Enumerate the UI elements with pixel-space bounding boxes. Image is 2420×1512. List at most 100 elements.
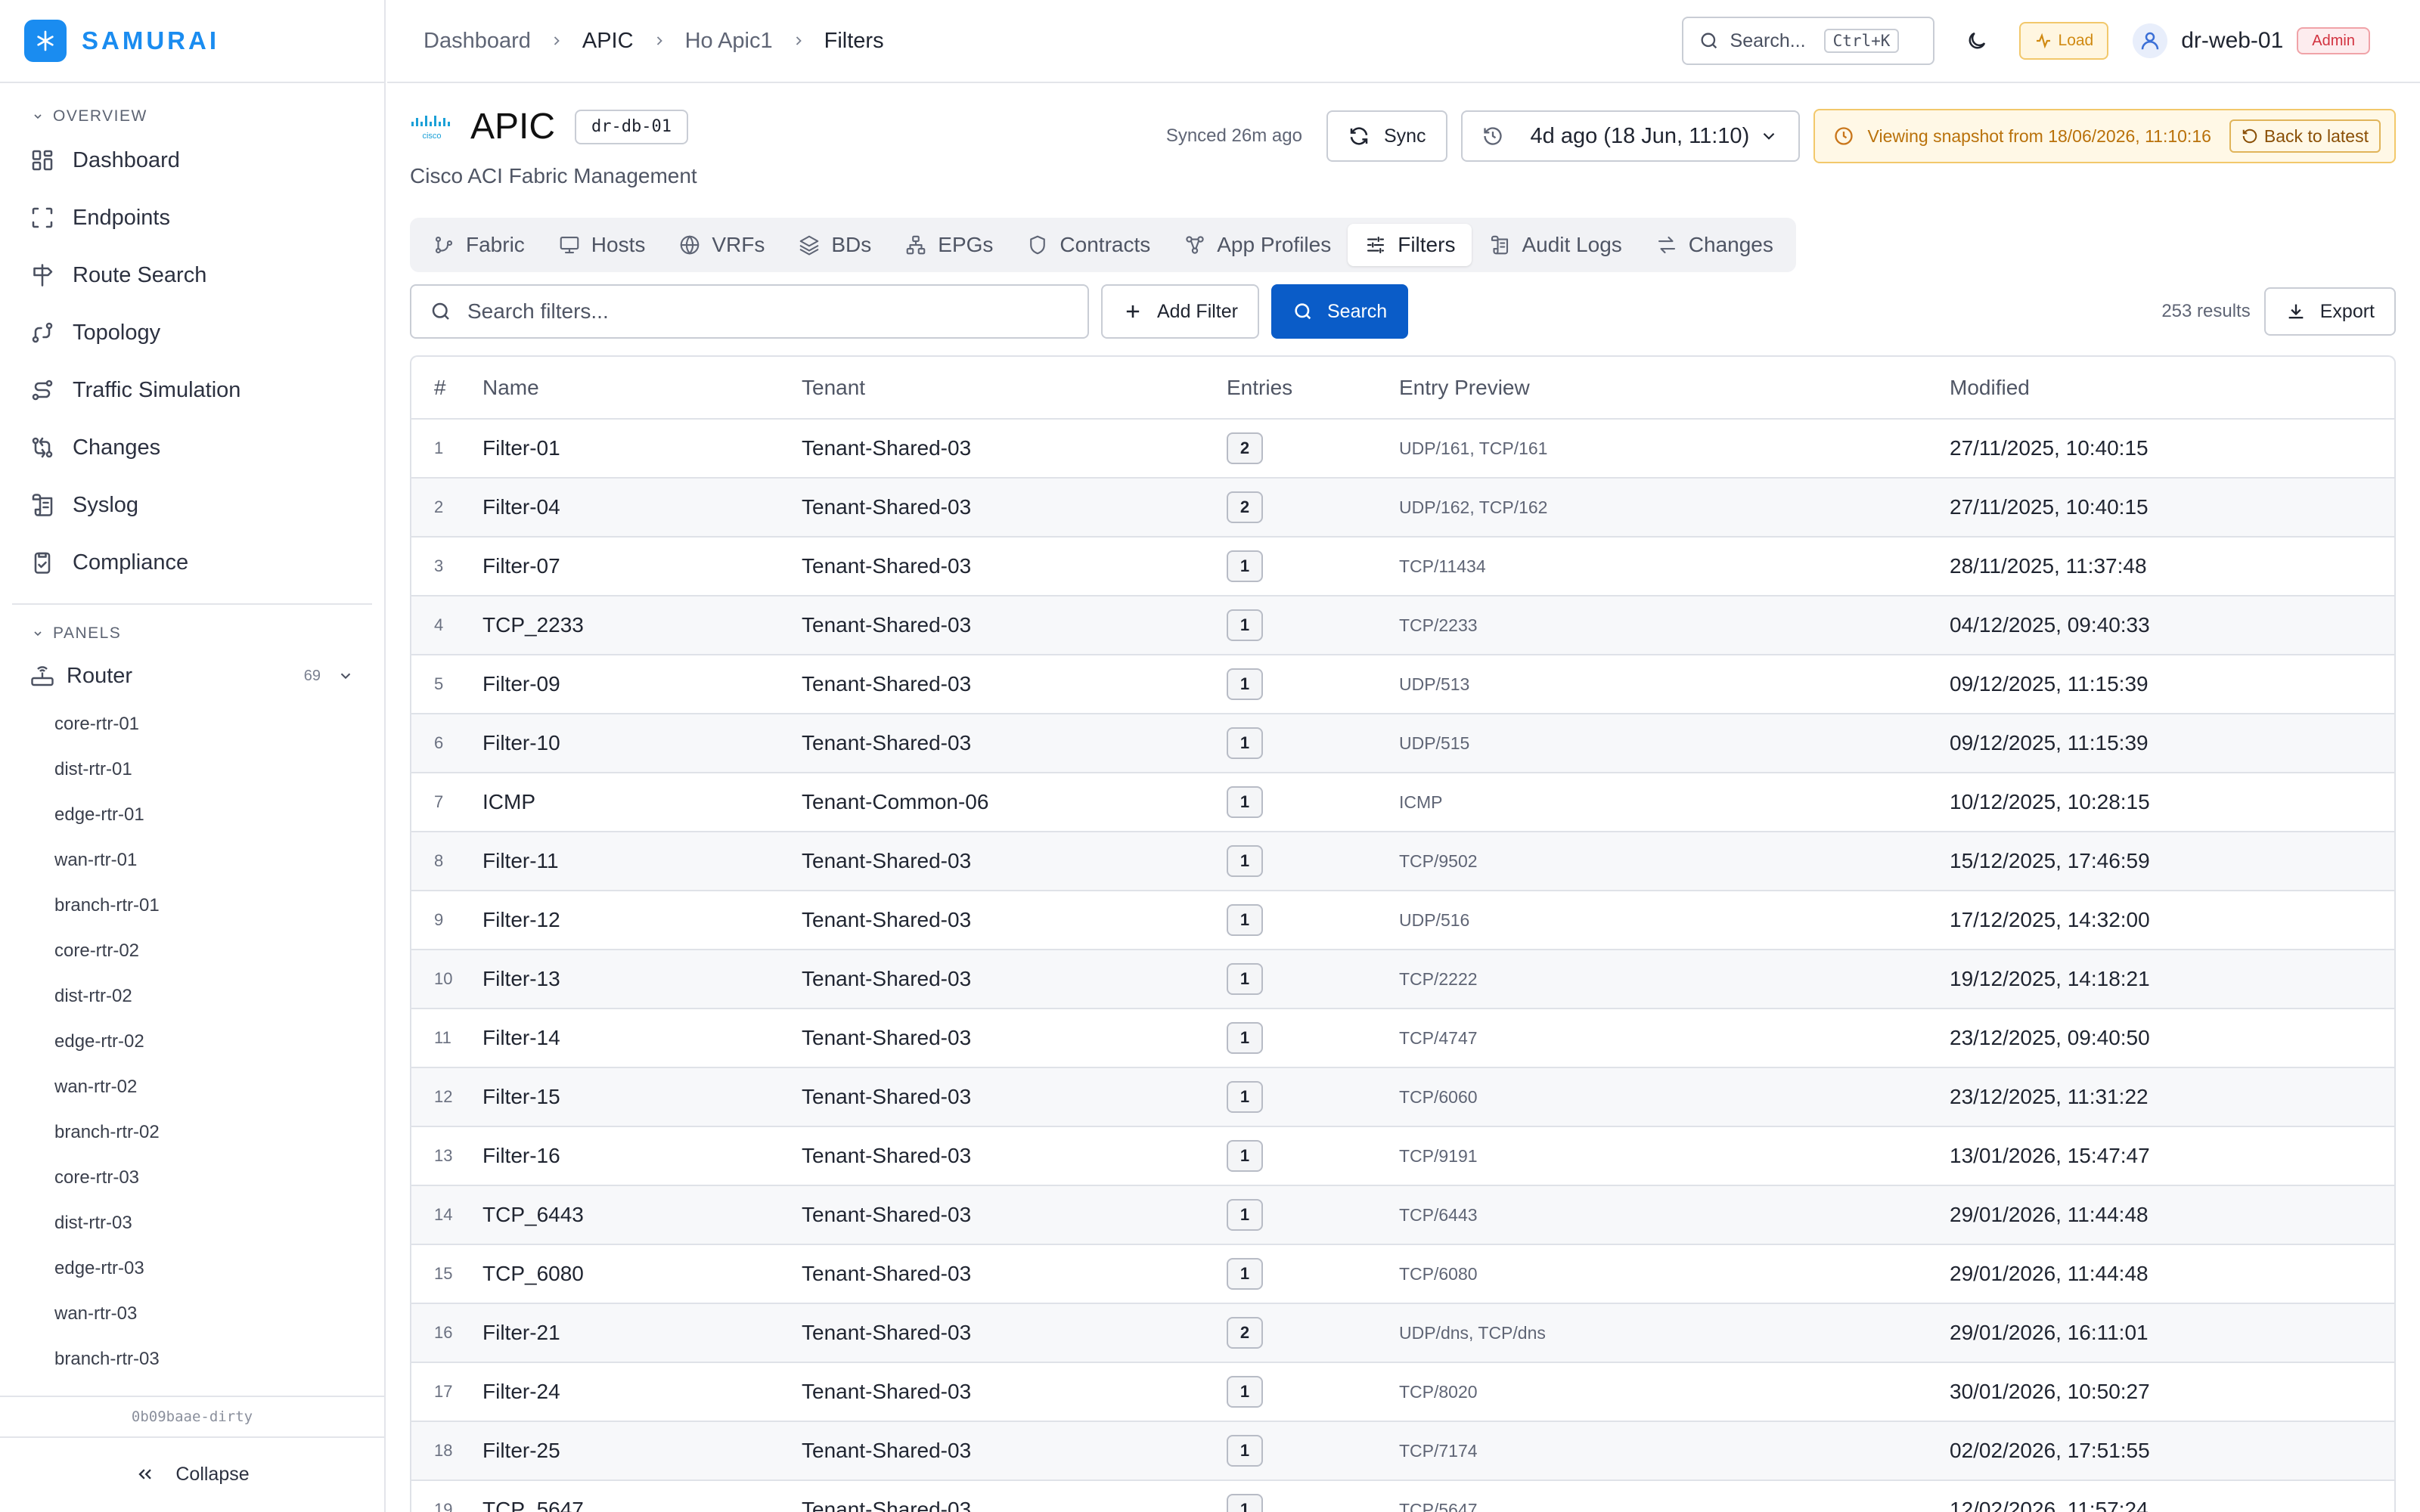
snapshot-select[interactable]: 4d ago (18 Jun, 11:10) [1460,110,1800,162]
table-row[interactable]: 4 TCP_2233 Tenant-Shared-03 1 TCP/2233 04/12/… [411,596,2394,655]
load-badge[interactable]: Load [2018,22,2109,60]
column-header-name[interactable]: Name [472,357,802,420]
export-button[interactable]: Export [2263,287,2396,336]
table-row[interactable]: 13 Filter-16 Tenant-Shared-03 1 TCP/9191 13/0… [411,1126,2394,1186]
table-row[interactable]: 18 Filter-25 Tenant-Shared-03 1 TCP/7174 02/0… [411,1421,2394,1481]
router-item-dist-rtr-02[interactable]: dist-rtr-02 [0,974,384,1019]
search-button[interactable]: Search [1270,284,1409,339]
table-row[interactable]: 16 Filter-21 Tenant-Shared-03 2 UDP/dns, TCP… [411,1303,2394,1363]
sidebar-item-dashboard[interactable]: Dashboard [0,132,384,189]
filter-search-input[interactable]: Search filters... [410,284,1089,339]
sidebar-item-topology[interactable]: Topology [0,304,384,361]
tab-changes[interactable]: Changes [1639,224,1790,266]
tab-vrfs[interactable]: VRFs [662,224,781,266]
router-item-core-rtr-02[interactable]: core-rtr-02 [0,928,384,974]
tenant-name: Tenant-Shared-03 [802,1009,1227,1068]
tab-contracts[interactable]: Contracts [1010,224,1167,266]
entries-cell: 1 [1227,773,1399,832]
sidebar-item-label: Compliance [73,550,189,575]
table-row[interactable]: 12 Filter-15 Tenant-Shared-03 1 TCP/6060 23/1… [411,1067,2394,1127]
sync-button[interactable]: Sync [1326,110,1447,162]
tab-audit-logs[interactable]: Audit Logs [1472,224,1638,266]
global-search-input[interactable]: Search... Ctrl+K [1681,17,1934,65]
tenant-name: Tenant-Shared-03 [802,1126,1227,1186]
sidebar-item-endpoints[interactable]: Endpoints [0,189,384,246]
entries-count-badge: 2 [1227,491,1263,523]
user-menu[interactable]: dr-web-01 [2133,23,2283,58]
table-row[interactable]: 11 Filter-14 Tenant-Shared-03 1 TCP/4747 23/1… [411,1009,2394,1068]
filter-name: TCP_2233 [472,596,802,655]
role-badge: Admin [2297,27,2370,54]
table-row[interactable]: 8 Filter-11 Tenant-Shared-03 1 TCP/9502 15/12… [411,832,2394,891]
table-row[interactable]: 17 Filter-24 Tenant-Shared-03 1 TCP/8020 30/0… [411,1362,2394,1422]
router-item-wan-rtr-01[interactable]: wan-rtr-01 [0,838,384,883]
entry-preview: TCP/11434 [1399,537,1950,596]
tab-fabric[interactable]: Fabric [416,224,541,266]
tenant-name: Tenant-Shared-03 [802,596,1227,655]
column-header-entries[interactable]: Entries [1227,357,1399,420]
collapse-sidebar-button[interactable]: Collapse [0,1452,384,1497]
table-row[interactable]: 10 Filter-13 Tenant-Shared-03 1 TCP/2222 19/1… [411,950,2394,1009]
chevron-right-icon [652,33,667,48]
add-filter-button[interactable]: Add Filter [1101,284,1259,339]
table-row[interactable]: 9 Filter-12 Tenant-Shared-03 1 UDP/516 17/12/… [411,891,2394,950]
table-row[interactable]: 1 Filter-01 Tenant-Shared-03 2 UDP/161, TCP/… [411,419,2394,479]
router-item-core-rtr-03[interactable]: core-rtr-03 [0,1155,384,1201]
table-row[interactable]: 15 TCP_6080 Tenant-Shared-03 1 TCP/6080 29/01… [411,1244,2394,1304]
table-row[interactable]: 14 TCP_6443 Tenant-Shared-03 1 TCP/6443 29/01… [411,1185,2394,1245]
table-row[interactable]: 6 Filter-10 Tenant-Shared-03 1 UDP/515 09/12/… [411,714,2394,773]
router-item-branch-rtr-01[interactable]: branch-rtr-01 [0,883,384,928]
router-item-dist-rtr-03[interactable]: dist-rtr-03 [0,1201,384,1246]
router-item-edge-rtr-02[interactable]: edge-rtr-02 [0,1019,384,1064]
table-row[interactable]: 3 Filter-07 Tenant-Shared-03 1 TCP/11434 28/1… [411,537,2394,596]
sync-status: Synced 26m ago [1165,125,1302,146]
overview-label: OVERVIEW [53,107,147,125]
brand[interactable]: SAMURAI [0,0,384,83]
sidebar-item-route-search[interactable]: Route Search [0,246,384,304]
router-item-edge-rtr-01[interactable]: edge-rtr-01 [0,792,384,838]
modified-date: 29/01/2026, 11:44:48 [1950,1244,2394,1304]
sidebar-item-traffic-simulation[interactable]: Traffic Simulation [0,361,384,419]
column-header-modified[interactable]: Modified [1950,357,2394,420]
back-to-latest-button[interactable]: Back to latest [2229,119,2381,153]
table-row[interactable]: 7 ICMP Tenant-Common-06 1 ICMP 10/12/2025, 10… [411,773,2394,832]
sidebar-item-changes[interactable]: Changes [0,419,384,476]
entries-count-badge: 1 [1227,904,1263,936]
results-count: 253 results [2161,301,2251,321]
clock-icon [1833,125,1854,147]
router-item-branch-rtr-02[interactable]: branch-rtr-02 [0,1110,384,1155]
sidebar-item-compliance[interactable]: Compliance [0,534,384,591]
tab-epgs[interactable]: EPGs [888,224,1010,266]
tenant-name: Tenant-Shared-03 [802,537,1227,596]
column-header-tenant[interactable]: Tenant [802,357,1227,420]
entries-cell: 1 [1227,537,1399,596]
tab-hosts[interactable]: Hosts [541,224,662,266]
entries-cell: 1 [1227,1126,1399,1186]
tab-bds[interactable]: BDs [781,224,888,266]
theme-toggle-moon-icon[interactable] [1960,24,1993,57]
entry-preview: TCP/2222 [1399,950,1950,1009]
router-group[interactable]: Router 69 [0,653,384,699]
router-item-edge-rtr-03[interactable]: edge-rtr-03 [0,1246,384,1291]
table-row[interactable]: 19 TCP_5647 Tenant-Shared-03 1 TCP/5647 12/02… [411,1480,2394,1512]
breadcrumb-apic[interactable]: APIC [582,29,634,54]
table-row[interactable]: 5 Filter-09 Tenant-Shared-03 1 UDP/513 09/12/… [411,655,2394,714]
table-row[interactable]: 2 Filter-04 Tenant-Shared-03 2 UDP/162, TCP/… [411,478,2394,538]
sidebar-item-syslog[interactable]: Syslog [0,476,384,534]
tab-filters[interactable]: Filters [1348,224,1472,266]
router-item-wan-rtr-03[interactable]: wan-rtr-03 [0,1291,384,1337]
column-header-index[interactable]: # [411,357,472,420]
tab-app-profiles[interactable]: App Profiles [1167,224,1348,266]
router-item-wan-rtr-02[interactable]: wan-rtr-02 [0,1064,384,1110]
panels-section-toggle[interactable]: PANELS [0,618,384,649]
router-item-branch-rtr-03[interactable]: branch-rtr-03 [0,1337,384,1382]
sidebar-item-label: Changes [73,435,161,460]
column-header-entry-preview[interactable]: Entry Preview [1399,357,1950,420]
overview-section-toggle[interactable]: OVERVIEW [0,101,384,132]
breadcrumb-device[interactable]: Ho Apic1 [685,29,773,54]
router-item-core-rtr-01[interactable]: core-rtr-01 [0,702,384,747]
row-index: 7 [411,773,472,832]
tenant-name: Tenant-Shared-03 [802,478,1227,538]
router-item-dist-rtr-01[interactable]: dist-rtr-01 [0,747,384,792]
breadcrumb-dashboard[interactable]: Dashboard [424,29,531,54]
